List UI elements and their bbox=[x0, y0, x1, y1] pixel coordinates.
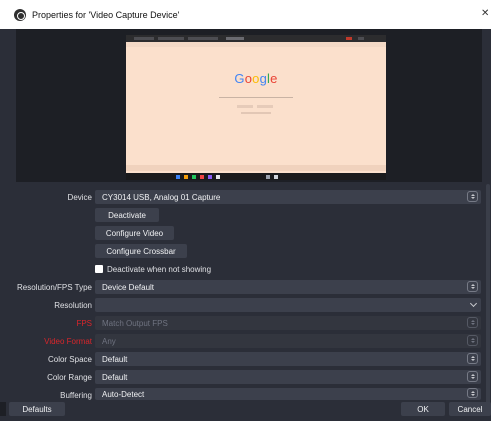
video-format-label: Video Format bbox=[44, 337, 92, 346]
device-select[interactable]: CY3014 USB, Analog 01 Capture bbox=[95, 190, 481, 204]
fps-value: Match Output FPS bbox=[102, 318, 168, 328]
close-icon[interactable]: ✕ bbox=[481, 8, 491, 19]
captured-taskbar-icon bbox=[266, 175, 270, 179]
google-logo-letter: o bbox=[252, 71, 260, 86]
updown-arrows-icon bbox=[467, 388, 478, 398]
resolution-label: Resolution bbox=[54, 301, 92, 310]
obs-logo-icon bbox=[14, 8, 26, 21]
fps-select: Match Output FPS bbox=[95, 316, 481, 330]
google-logo-letter: G bbox=[234, 71, 245, 86]
video-format-value: Any bbox=[102, 336, 116, 346]
captured-search-button bbox=[237, 105, 253, 108]
captured-taskbar-icon bbox=[274, 175, 278, 179]
captured-taskbar-icon bbox=[184, 175, 188, 179]
video-format-select: Any bbox=[95, 334, 481, 348]
captured-taskbar bbox=[126, 173, 386, 180]
buffering-value: Auto-Detect bbox=[102, 389, 145, 399]
color-range-label: Color Range bbox=[47, 373, 92, 382]
color-range-value: Default bbox=[102, 372, 128, 382]
captured-browser-tabbar bbox=[126, 35, 386, 42]
deactivate-when-hidden-checkbox[interactable] bbox=[95, 265, 103, 273]
device-value: CY3014 USB, Analog 01 Capture bbox=[102, 192, 221, 202]
defaults-button[interactable]: Defaults bbox=[9, 402, 65, 416]
resolution-fps-type-value: Device Default bbox=[102, 282, 155, 292]
color-space-select[interactable]: Default bbox=[95, 352, 481, 366]
updown-arrows-icon bbox=[467, 335, 478, 346]
title-bar: Properties for 'Video Capture Device' ✕ bbox=[0, 0, 491, 29]
buffering-label: Buffering bbox=[60, 391, 92, 400]
google-logo-letter: g bbox=[259, 71, 268, 86]
updown-arrows-icon bbox=[467, 353, 478, 364]
captured-taskbar-icon bbox=[192, 175, 196, 179]
captured-page-footer bbox=[126, 165, 386, 171]
device-label: Device bbox=[67, 193, 92, 202]
chevron-down-icon bbox=[469, 299, 478, 308]
captured-address-bar bbox=[126, 42, 386, 47]
captured-video-frame: Google bbox=[126, 35, 386, 180]
resolution-fps-type-select[interactable]: Device Default bbox=[95, 280, 481, 294]
color-space-value: Default bbox=[102, 354, 128, 364]
updown-arrows-icon bbox=[467, 371, 478, 382]
captured-taskbar-icon bbox=[200, 175, 204, 179]
captured-taskbar-icon bbox=[176, 175, 180, 179]
color-space-label: Color Space bbox=[47, 355, 92, 364]
captured-language-line bbox=[241, 112, 271, 114]
captured-lucky-button bbox=[257, 105, 273, 108]
window-title: Properties for 'Video Capture Device' bbox=[32, 9, 180, 20]
deactivate-when-hidden-row[interactable]: Deactivate when not showing bbox=[95, 263, 211, 275]
captured-google-logo: Google bbox=[126, 71, 386, 86]
configure-crossbar-button[interactable]: Configure Crossbar bbox=[95, 244, 187, 258]
updown-arrows-icon bbox=[467, 281, 478, 292]
color-range-select[interactable]: Default bbox=[95, 370, 481, 384]
configure-video-button[interactable]: Configure Video bbox=[95, 226, 174, 240]
captured-taskbar-icon bbox=[208, 175, 212, 179]
updown-arrows-icon bbox=[467, 317, 478, 328]
google-logo-letter: e bbox=[270, 71, 278, 86]
fps-label: FPS bbox=[76, 319, 92, 328]
deactivate-when-hidden-label: Deactivate when not showing bbox=[107, 264, 212, 274]
window-edge bbox=[0, 402, 6, 416]
deactivate-button[interactable]: Deactivate bbox=[95, 208, 159, 222]
captured-taskbar-icon bbox=[216, 175, 220, 179]
updown-arrows-icon bbox=[467, 191, 478, 202]
ok-button[interactable]: OK bbox=[401, 402, 445, 416]
buffering-select[interactable]: Auto-Detect bbox=[95, 388, 481, 400]
resolution-combobox[interactable] bbox=[95, 298, 481, 312]
captured-search-box bbox=[219, 92, 293, 98]
resolution-fps-type-label: Resolution/FPS Type bbox=[16, 283, 92, 292]
properties-scrollbar[interactable] bbox=[486, 184, 490, 406]
cancel-button[interactable]: Cancel bbox=[449, 402, 491, 416]
